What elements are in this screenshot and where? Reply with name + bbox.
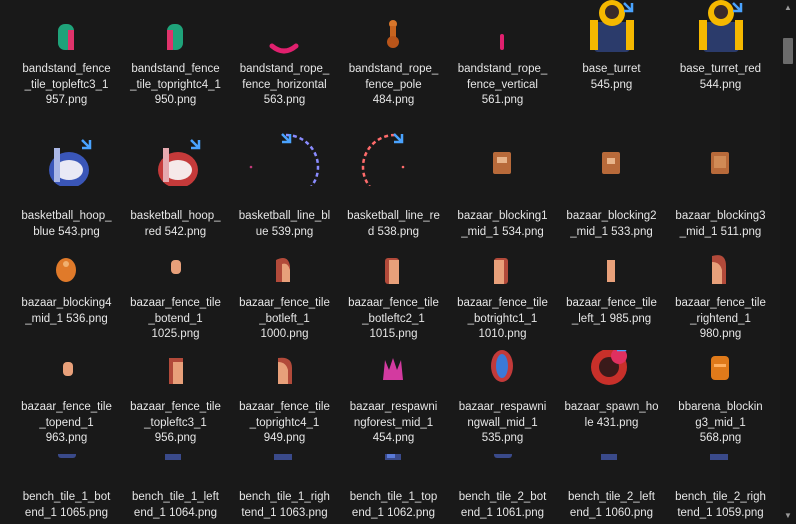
wall-icon — [448, 350, 557, 396]
file-name: bandstand_rope_ fence_vertical 561.png — [457, 63, 548, 106]
dashed-arc-icon — [339, 110, 448, 186]
fence-corner-icon — [12, 0, 121, 56]
file-name: bazaar_blocking3 _mid_1 511.png — [675, 210, 766, 238]
file-name: bazaar_respawni ngforest_mid_1 454.png — [349, 401, 438, 444]
crate-icon — [557, 110, 666, 186]
file-name: bazaar_fence_tile _botleftc2_1 1015.png — [348, 297, 439, 340]
turret-icon — [666, 0, 775, 56]
file-name: bench_tile_2_righ tend_1 1059.png — [675, 491, 766, 519]
file-name: bazaar_blocking2 _mid_1 533.png — [566, 210, 657, 238]
file-name: bench_tile_1_bot end_1 1065.png — [22, 491, 111, 519]
file-name: bandstand_fence _tile_toprightc4_1 950.p… — [130, 63, 221, 106]
scrollbar-thumb[interactable] — [783, 38, 793, 64]
file-name: base_turret 545.png — [582, 63, 641, 91]
crate-icon — [666, 110, 775, 186]
file-name: bandstand_rope_ fence_pole 484.png — [348, 63, 439, 106]
file-name: basketball_hoop_ red 542.png — [130, 210, 221, 238]
file-name: basketball_hoop_ blue 543.png — [21, 210, 112, 238]
hoop-icon — [12, 110, 121, 186]
fence-tile-icon — [230, 350, 339, 396]
file-name: bazaar_blocking4 _mid_1 536.png — [21, 297, 112, 325]
file-name: bbarena_blockin g3_mid_1 568.png — [678, 401, 763, 444]
file-name: bazaar_fence_tile _botrightc1_1 1010.png — [457, 297, 548, 340]
vertical-scrollbar[interactable]: ▲ ▼ — [780, 0, 796, 524]
fence-tile-icon — [557, 252, 666, 296]
sack-icon — [12, 252, 121, 296]
barrel-icon — [666, 350, 775, 396]
file-name: bench_tile_1_top end_1 1062.png — [349, 491, 438, 519]
fence-tile-icon — [339, 252, 448, 296]
fence-tile-icon — [230, 252, 339, 296]
file-name: bazaar_fence_tile _topleftc3_1 956.png — [130, 401, 221, 444]
bench-icon — [339, 454, 448, 490]
bench-icon — [230, 454, 339, 490]
fence-tile-icon — [121, 350, 230, 396]
file-grid: bandstand_fence _tile_topleftc3_1 957.pn… — [0, 0, 780, 524]
turret-icon — [557, 0, 666, 56]
file-name: bazaar_fence_tile _rightend_1 980.png — [675, 297, 766, 340]
fence-tile-icon — [448, 252, 557, 296]
file-name: bandstand_fence _tile_topleftc3_1 957.pn… — [22, 63, 111, 106]
file-name: bench_tile_1_righ tend_1 1063.png — [239, 491, 330, 519]
scroll-up-arrow[interactable]: ▲ — [780, 0, 796, 16]
file-name: bazaar_blocking1 _mid_1 534.png — [457, 210, 548, 238]
file-name: bench_tile_1_left end_1 1064.png — [132, 491, 219, 519]
file-name: basketball_line_bl ue 539.png — [238, 210, 331, 238]
bench-icon — [666, 454, 775, 490]
crate-icon — [448, 110, 557, 186]
fence-tile-icon — [121, 252, 230, 296]
file-name: basketball_line_re d 538.png — [347, 210, 440, 238]
bench-icon — [12, 454, 121, 490]
file-name: bazaar_spawn_ho le 431.png — [564, 401, 659, 429]
file-name: bench_tile_2_left end_1 1060.png — [568, 491, 655, 519]
file-name: bandstand_rope_ fence_horizontal 563.png — [239, 63, 330, 106]
file-name: bazaar_fence_tile _toprightc4_1 949.png — [239, 401, 330, 444]
file-name: bazaar_fence_tile _left_1 985.png — [566, 297, 657, 325]
file-name: bench_tile_2_bot end_1 1061.png — [458, 491, 547, 519]
dashed-arc-icon — [230, 110, 339, 186]
fence-tile-icon — [12, 350, 121, 396]
file-name: bazaar_respawni ngwall_mid_1 535.png — [458, 401, 547, 444]
file-name: bazaar_fence_tile _botend_1 1025.png — [130, 297, 221, 340]
rope-horizontal-icon — [230, 0, 339, 56]
fence-corner-icon — [121, 0, 230, 56]
scroll-down-arrow[interactable]: ▼ — [780, 508, 796, 524]
file-name: bazaar_fence_tile _botleft_1 1000.png — [239, 297, 330, 340]
fence-pole-icon — [339, 0, 448, 56]
bench-icon — [448, 454, 557, 490]
file-name: base_turret_red 544.png — [679, 63, 762, 91]
fence-tile-icon — [666, 252, 775, 296]
rope-vertical-icon — [448, 0, 557, 56]
forest-icon — [339, 350, 448, 396]
bench-icon — [121, 454, 230, 490]
spawn-hole-icon — [557, 350, 666, 396]
bench-icon — [557, 454, 666, 490]
hoop-icon — [121, 110, 230, 186]
file-name: bazaar_fence_tile _topend_1 963.png — [21, 401, 112, 444]
